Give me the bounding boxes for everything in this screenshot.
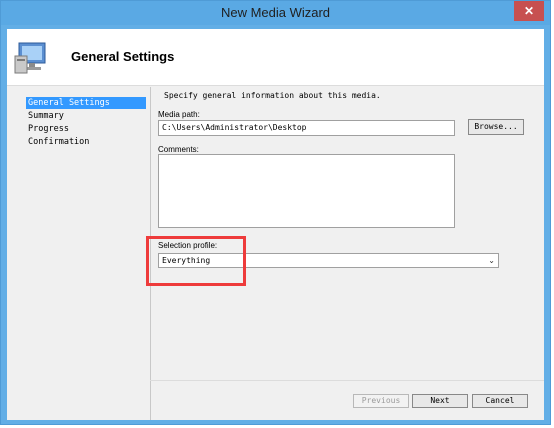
wizard-header: General Settings [7,29,544,86]
page-title: General Settings [71,49,175,64]
wizard-window: New Media Wizard ✕ General Settings Gene… [0,0,551,425]
next-button[interactable]: Next [412,394,468,408]
selection-profile-highlight [146,236,246,286]
client-area: General Settings General Settings Summar… [7,29,544,420]
close-button[interactable]: ✕ [514,1,544,21]
nav-item-confirmation[interactable]: Confirmation [26,136,91,148]
comments-textarea[interactable] [158,154,455,228]
browse-button[interactable]: Browse... [468,119,524,135]
nav-item-summary[interactable]: Summary [26,110,66,122]
window-title: New Media Wizard [220,5,331,20]
wizard-nav: General Settings Summary Progress Confir… [20,87,151,420]
comments-label: Comments: [158,145,199,154]
media-path-input[interactable]: C:\Users\Administrator\Desktop [158,120,455,136]
footer-divider [150,380,544,381]
media-path-label: Media path: [158,110,200,119]
computer-icon [14,42,46,74]
title-bar[interactable]: New Media Wizard ✕ [1,1,550,25]
nav-item-progress[interactable]: Progress [26,123,71,135]
previous-button[interactable]: Previous [353,394,409,408]
page-description: Specify general information about this m… [164,91,381,100]
nav-item-general-settings[interactable]: General Settings [26,97,146,109]
chevron-down-icon: ⌄ [488,256,495,265]
cancel-button[interactable]: Cancel [472,394,528,408]
